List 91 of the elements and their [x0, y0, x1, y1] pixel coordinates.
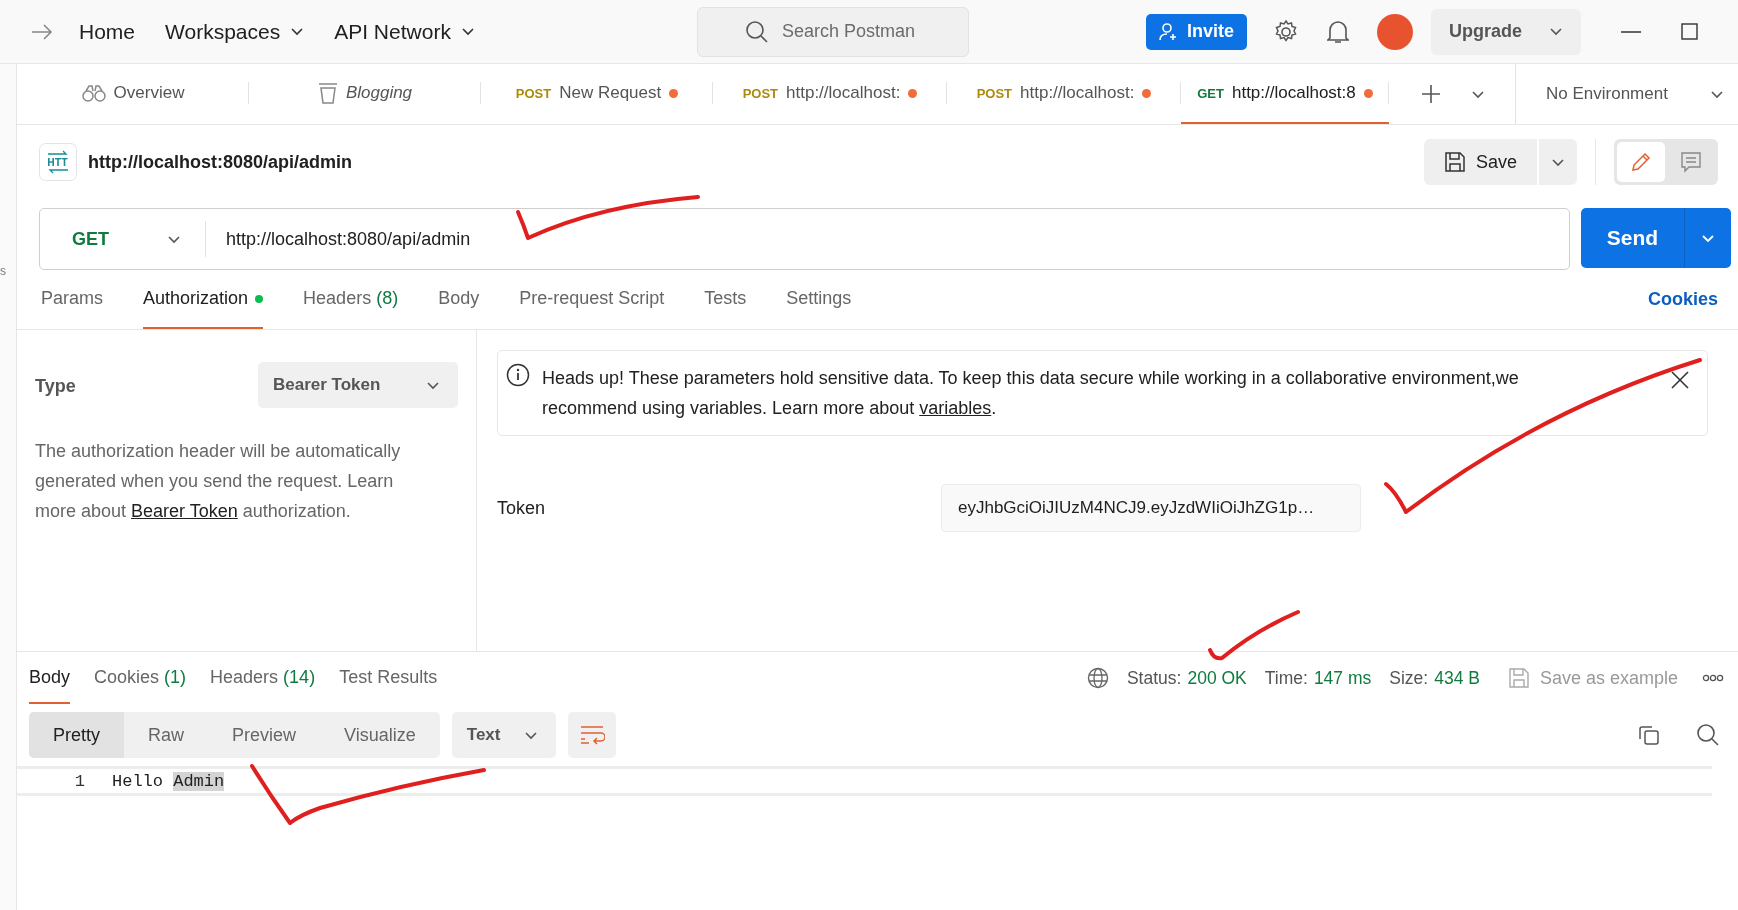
chevron-down-icon: [460, 27, 475, 36]
plus-icon[interactable]: [1421, 84, 1441, 104]
tab-label: New Request: [559, 83, 662, 103]
request-section-tab[interactable]: Params: [41, 270, 103, 329]
more-options-icon[interactable]: [1702, 674, 1724, 682]
globe-icon[interactable]: [1086, 667, 1109, 689]
stat-value: 200 OK: [1187, 667, 1247, 689]
edit-button[interactable]: [1617, 142, 1665, 182]
request-tab[interactable]: POST http://localhost:: [713, 64, 947, 124]
notification-bell-icon[interactable]: [1327, 18, 1349, 45]
request-tab[interactable]: Blogging: [249, 64, 481, 124]
binoculars-icon: [81, 84, 106, 102]
info-icon: [506, 363, 530, 387]
http-method-label: GET: [1197, 85, 1224, 101]
request-tab[interactable]: POST http://localhost:: [947, 64, 1181, 124]
request-section-tab[interactable]: Headers (8): [303, 270, 399, 329]
comment-icon: [1680, 151, 1702, 173]
token-field[interactable]: eyJhbGciOiJIUzM4NCJ9.eyJzdWIiOiJhZG1p…: [941, 484, 1361, 532]
view-mode-tab[interactable]: Visualize: [320, 712, 440, 758]
environment-dropdown[interactable]: No Environment: [1515, 64, 1738, 124]
nav-menu-item[interactable]: API Network: [334, 19, 475, 44]
search-icon[interactable]: [1696, 723, 1720, 747]
stat-label: Status:: [1126, 667, 1182, 689]
avatar[interactable]: [1377, 13, 1413, 50]
request-section-tab[interactable]: Pre-request Script: [519, 270, 665, 329]
response-tab[interactable]: Body: [29, 652, 71, 704]
view-mode-tab[interactable]: Preview: [208, 712, 321, 758]
bearer-token-link[interactable]: Bearer Token: [131, 501, 238, 521]
invite-button[interactable]: Invite: [1146, 13, 1247, 50]
request-tab[interactable]: POST New Request: [481, 64, 713, 124]
wrap-lines-button[interactable]: [567, 712, 616, 758]
variables-link[interactable]: variables: [919, 398, 992, 418]
response-tab[interactable]: Test Results: [339, 652, 438, 704]
wrap-lines-icon: [578, 724, 605, 746]
token-label: Token: [497, 497, 547, 519]
tab-label: http://localhost:8: [1231, 83, 1356, 103]
http-method-label: POST: [742, 85, 779, 101]
cookies-link[interactable]: Cookies: [1647, 289, 1718, 310]
response-tab[interactable]: Headers (14): [210, 652, 316, 704]
request-section-tab[interactable]: Settings: [786, 270, 852, 329]
tab-label: http://localhost:: [1020, 83, 1135, 103]
request-section-tab[interactable]: Body: [438, 270, 480, 329]
pencil-icon: [1630, 151, 1652, 173]
chevron-down-icon: [167, 234, 181, 244]
auth-description: The authorization header will be automatically generated when you send the request. Learn more about Bearer Token authorization.: [35, 440, 402, 523]
nav-menu-item[interactable]: Workspaces: [165, 19, 305, 44]
stat-value: 434 B: [1434, 667, 1480, 689]
maximize-icon[interactable]: [1681, 23, 1698, 40]
tab-label: http://localhost:: [786, 83, 901, 103]
chevron-down-icon: [1551, 157, 1565, 167]
format-dropdown[interactable]: Text: [451, 712, 556, 758]
sidebar-text: s: [0, 264, 6, 278]
add-user-icon: [1159, 21, 1179, 42]
code-line: Hello Admin: [112, 771, 225, 791]
chevron-down-icon: [426, 380, 440, 390]
trash-can-icon: [317, 82, 338, 104]
chevron-down-icon: [290, 27, 305, 36]
url-bar[interactable]: GET http://localhost:8080/api/admin: [39, 208, 1570, 270]
upgrade-button[interactable]: Upgrade: [1431, 8, 1581, 55]
stat-label: Time:: [1264, 667, 1308, 689]
nav-menu-item[interactable]: Home: [79, 19, 136, 44]
view-mode-tab[interactable]: Raw: [124, 712, 209, 758]
tab-label: Overview: [113, 83, 185, 103]
view-mode-tab[interactable]: Pretty: [29, 712, 124, 758]
request-section-tab[interactable]: Tests: [704, 270, 747, 329]
request-section-tab[interactable]: Authorization: [143, 270, 264, 329]
tab-label: Blogging: [345, 83, 413, 103]
http-method-label: POST: [976, 85, 1013, 101]
chevron-down-icon[interactable]: [1471, 89, 1485, 99]
stat-label: Size:: [1389, 667, 1429, 689]
forward-arrow-icon[interactable]: [31, 23, 53, 40]
request-tab[interactable]: Overview: [17, 64, 249, 124]
chevron-down-icon: [1701, 233, 1715, 243]
request-title: http://localhost:8080/api/admin: [88, 151, 353, 173]
line-number: 1: [73, 771, 85, 791]
http-icon: [39, 143, 77, 181]
close-icon[interactable]: [1671, 371, 1689, 389]
request-tab[interactable]: GET http://localhost:8: [1181, 64, 1389, 124]
auth-type-dropdown[interactable]: Bearer Token: [258, 362, 458, 408]
http-method-label: POST: [515, 85, 552, 101]
search-field[interactable]: Search Postman: [696, 6, 969, 57]
minimize-icon[interactable]: [1621, 30, 1641, 33]
save-button[interactable]: Save: [1423, 139, 1537, 185]
chevron-down-icon: [1710, 89, 1724, 99]
response-tab[interactable]: Cookies (1): [94, 652, 187, 704]
copy-icon[interactable]: [1638, 724, 1660, 746]
stat-value: 147 ms: [1313, 667, 1372, 689]
chevron-down-icon: [1549, 27, 1563, 36]
notice-text: Heads up! These parameters hold sensitive data. To keep this data secure while working in a collaborative environment,we recommend using variables. Learn more about variables.: [542, 367, 1520, 420]
type-label: Type: [35, 376, 76, 397]
chevron-down-icon: [523, 730, 538, 740]
